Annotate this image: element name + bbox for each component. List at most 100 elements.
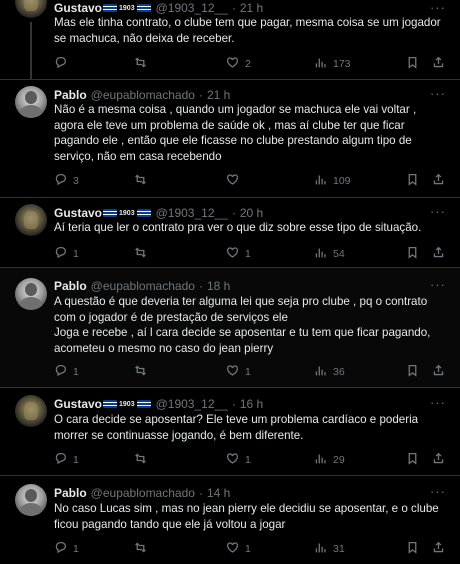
likes-count: 1 — [245, 543, 251, 555]
reply-icon — [54, 56, 67, 72]
reply-button[interactable]: 1 — [54, 246, 79, 262]
reply-button[interactable]: 1 — [54, 452, 79, 468]
timestamp[interactable]: 20 h — [240, 206, 263, 220]
reply-button[interactable]: 1 — [54, 364, 79, 380]
share-button[interactable] — [432, 541, 445, 557]
tweet-text: No caso Lucas sim , mas no jean pierry e… — [54, 502, 439, 531]
like-button[interactable]: 1 — [226, 364, 251, 380]
separator: · — [198, 279, 203, 293]
author-name[interactable]: Pablo — [54, 486, 87, 500]
like-button[interactable]: 1 — [226, 541, 251, 557]
flag-icon — [136, 4, 151, 12]
tweet-actions: 3 109 — [54, 173, 446, 187]
likes-count: 1 — [245, 366, 251, 378]
tweet[interactable]: Gustavo 1903 @1903_12__ · 16 h ··· O car… — [0, 388, 460, 476]
views-button[interactable]: 29 — [314, 452, 345, 468]
retweet-button[interactable] — [134, 364, 153, 380]
avatar[interactable] — [15, 0, 47, 18]
retweet-button[interactable] — [134, 173, 153, 189]
author-name[interactable]: Gustavo — [54, 397, 102, 411]
bookmark-icon — [406, 56, 419, 72]
share-icon — [432, 246, 445, 262]
tweet[interactable]: Pablo @eupablomachado · 18 h ··· A quest… — [0, 268, 460, 388]
like-button[interactable] — [226, 173, 245, 189]
reply-button[interactable] — [54, 56, 73, 72]
tweet-actions: 1 1 36 — [54, 364, 446, 378]
separator: · — [231, 206, 236, 220]
bookmark-button[interactable] — [406, 56, 419, 72]
avatar[interactable] — [15, 204, 47, 236]
timestamp[interactable]: 14 h — [207, 486, 230, 500]
separator: · — [198, 88, 203, 102]
reply-icon — [54, 364, 67, 380]
author-handle[interactable]: @1903_12__ — [156, 206, 228, 220]
author-handle[interactable]: @eupablomachado — [91, 279, 195, 293]
more-icon[interactable]: ··· — [430, 86, 446, 101]
views-icon — [314, 364, 327, 380]
avatar[interactable] — [15, 395, 47, 427]
retweet-icon — [134, 56, 147, 72]
bookmark-button[interactable] — [406, 364, 419, 380]
avatar[interactable] — [15, 484, 47, 516]
timestamp[interactable]: 16 h — [240, 397, 263, 411]
share-button[interactable] — [432, 364, 445, 380]
views-button[interactable]: 31 — [314, 541, 345, 557]
tweet[interactable]: Pablo @eupablomachado · 14 h ··· No caso… — [0, 476, 460, 564]
retweet-button[interactable] — [134, 246, 153, 262]
author-name[interactable]: Pablo — [54, 88, 87, 102]
author-superscript: 1903 — [119, 400, 135, 408]
more-icon[interactable]: ··· — [430, 395, 446, 410]
like-icon — [226, 541, 239, 557]
reply-button[interactable]: 1 — [54, 541, 79, 557]
timestamp[interactable]: 21 h — [207, 88, 230, 102]
tweet[interactable]: Gustavo 1903 @1903_12__ · 21 h ··· Mas e… — [0, 0, 460, 80]
more-icon[interactable]: ··· — [430, 204, 446, 219]
avatar[interactable] — [15, 86, 47, 118]
views-button[interactable]: 173 — [314, 56, 351, 72]
views-button[interactable]: 109 — [314, 173, 351, 189]
tweet[interactable]: Gustavo 1903 @1903_12__ · 20 h ··· Aí te… — [0, 198, 460, 268]
retweet-button[interactable] — [134, 541, 153, 557]
views-button[interactable]: 54 — [314, 246, 345, 262]
share-button[interactable] — [432, 452, 445, 468]
more-icon[interactable]: ··· — [430, 484, 446, 499]
retweet-icon — [134, 452, 147, 468]
author-superscript: 1903 — [119, 209, 135, 217]
share-icon — [432, 56, 445, 72]
reply-button[interactable]: 3 — [54, 173, 79, 189]
bookmark-button[interactable] — [406, 541, 419, 557]
timestamp[interactable]: 21 h — [240, 1, 263, 15]
timestamp[interactable]: 18 h — [207, 279, 230, 293]
author-name[interactable]: Gustavo — [54, 1, 102, 15]
bookmark-button[interactable] — [406, 452, 419, 468]
retweet-button[interactable] — [134, 452, 153, 468]
flag-icon — [103, 400, 118, 408]
avatar[interactable] — [15, 278, 47, 310]
retweet-icon — [134, 173, 147, 189]
share-button[interactable] — [432, 173, 445, 189]
more-icon[interactable]: ··· — [430, 277, 446, 292]
author-handle[interactable]: @1903_12__ — [156, 1, 228, 15]
tweet-actions: 1 1 31 — [54, 541, 446, 555]
author-name[interactable]: Pablo — [54, 279, 87, 293]
thread-line — [30, 22, 32, 80]
bookmark-button[interactable] — [406, 173, 419, 189]
author-name[interactable]: Gustavo — [54, 206, 102, 220]
views-icon — [314, 173, 327, 189]
tweet[interactable]: Pablo @eupablomachado · 21 h ··· Não é a… — [0, 80, 460, 198]
author-handle[interactable]: @eupablomachado — [91, 88, 195, 102]
like-button[interactable]: 2 — [226, 56, 251, 72]
share-button[interactable] — [432, 246, 445, 262]
share-button[interactable] — [432, 56, 445, 72]
author-handle[interactable]: @eupablomachado — [91, 486, 195, 500]
like-button[interactable]: 1 — [226, 246, 251, 262]
like-button[interactable]: 1 — [226, 452, 251, 468]
retweet-button[interactable] — [134, 56, 153, 72]
bookmark-icon — [406, 173, 419, 189]
bookmark-button[interactable] — [406, 246, 419, 262]
like-icon — [226, 364, 239, 380]
flag-icon — [136, 209, 151, 217]
views-button[interactable]: 36 — [314, 364, 345, 380]
more-icon[interactable]: ··· — [430, 0, 446, 15]
author-handle[interactable]: @1903_12__ — [156, 397, 228, 411]
